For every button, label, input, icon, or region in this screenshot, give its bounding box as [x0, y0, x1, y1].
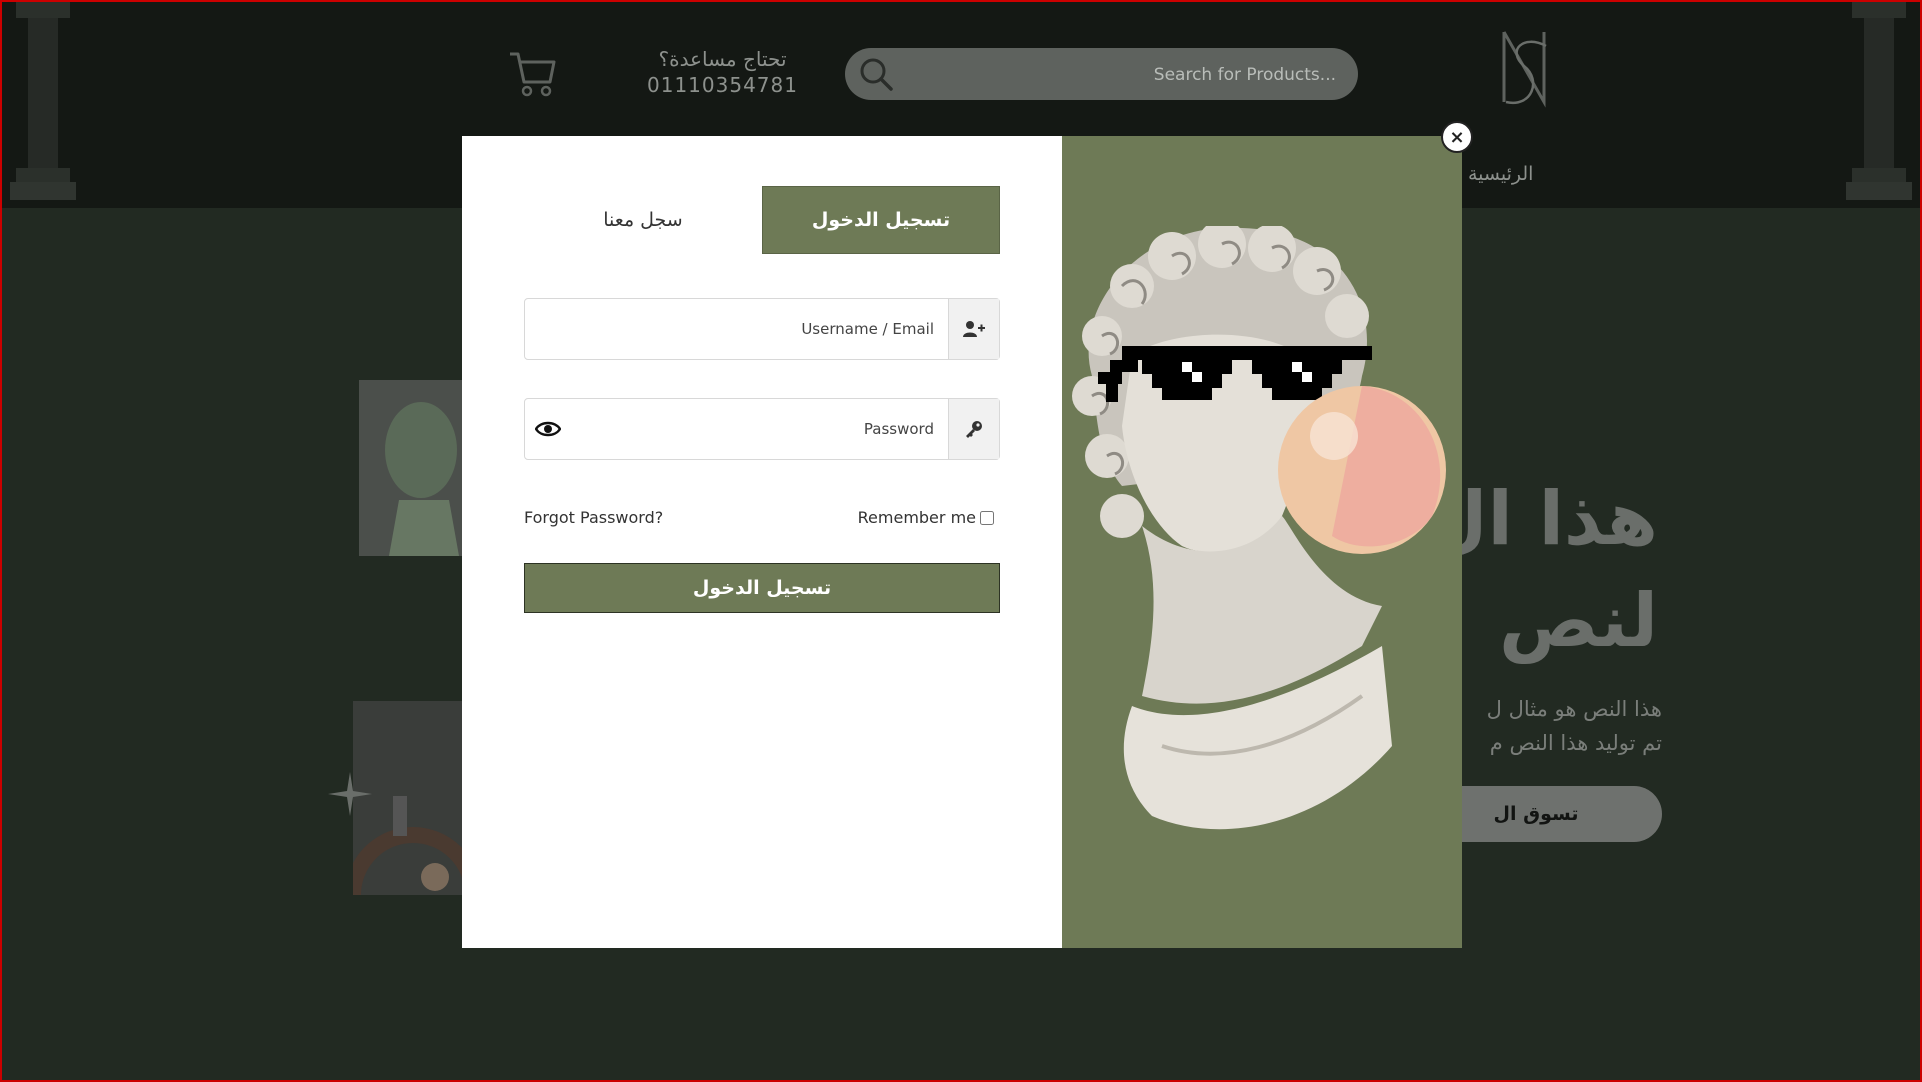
logo[interactable]: [1484, 22, 1564, 122]
pillar-decoration-right: [1846, 0, 1912, 200]
login-form-panel: سجل معنا تسجيل الدخول Username / Email F…: [462, 136, 1062, 948]
password-input[interactable]: [525, 399, 948, 459]
auth-tabs: سجل معنا تسجيل الدخول: [524, 186, 1000, 254]
eye-icon[interactable]: [535, 418, 561, 440]
product-thumbnail[interactable]: [359, 380, 479, 556]
search-input[interactable]: [914, 58, 1338, 92]
username-input[interactable]: [525, 299, 948, 359]
help-phone[interactable]: 01110354781: [630, 72, 815, 98]
statue-illustration: [1072, 226, 1446, 830]
username-field: [524, 298, 1000, 360]
tab-login[interactable]: تسجيل الدخول: [762, 186, 1000, 254]
search-icon[interactable]: [857, 55, 895, 93]
remember-me: Remember me: [858, 508, 994, 527]
modal-image-panel: [1062, 136, 1462, 948]
login-modal: سجل معنا تسجيل الدخول Username / Email F…: [462, 136, 1462, 948]
cart-icon[interactable]: [508, 50, 558, 98]
password-addon: [948, 399, 999, 459]
sparkle-decoration: [328, 772, 372, 816]
key-icon: [966, 421, 982, 438]
forgot-password-link[interactable]: Forgot Password?: [524, 508, 663, 527]
username-addon: [948, 299, 999, 359]
hero-text-line1: هذا النص هو مثال ل: [1486, 697, 1662, 721]
remember-me-checkbox[interactable]: [980, 510, 994, 525]
help-label: تحتاج مساعدة؟: [658, 47, 787, 71]
password-field: [524, 398, 1000, 460]
close-modal-button[interactable]: ×: [1441, 121, 1473, 153]
login-submit-button[interactable]: تسجيل الدخول: [524, 563, 1000, 613]
user-plus-icon: [963, 321, 985, 337]
pillar-decoration-left: [10, 0, 76, 200]
search-bar: [845, 48, 1358, 100]
login-options: Forgot Password? Remember me: [524, 504, 1000, 532]
help-contact: تحتاج مساعدة؟ 01110354781: [630, 46, 815, 98]
remember-me-label: Remember me: [857, 508, 976, 527]
hero-text-line2: تم توليد هذا النص م: [1489, 731, 1662, 755]
hero-description: هذا النص هو مثال ل تم توليد هذا النص م: [1487, 692, 1662, 760]
tab-register[interactable]: سجل معنا: [524, 186, 762, 254]
nav-home-link[interactable]: الرئيسية: [1468, 163, 1533, 185]
